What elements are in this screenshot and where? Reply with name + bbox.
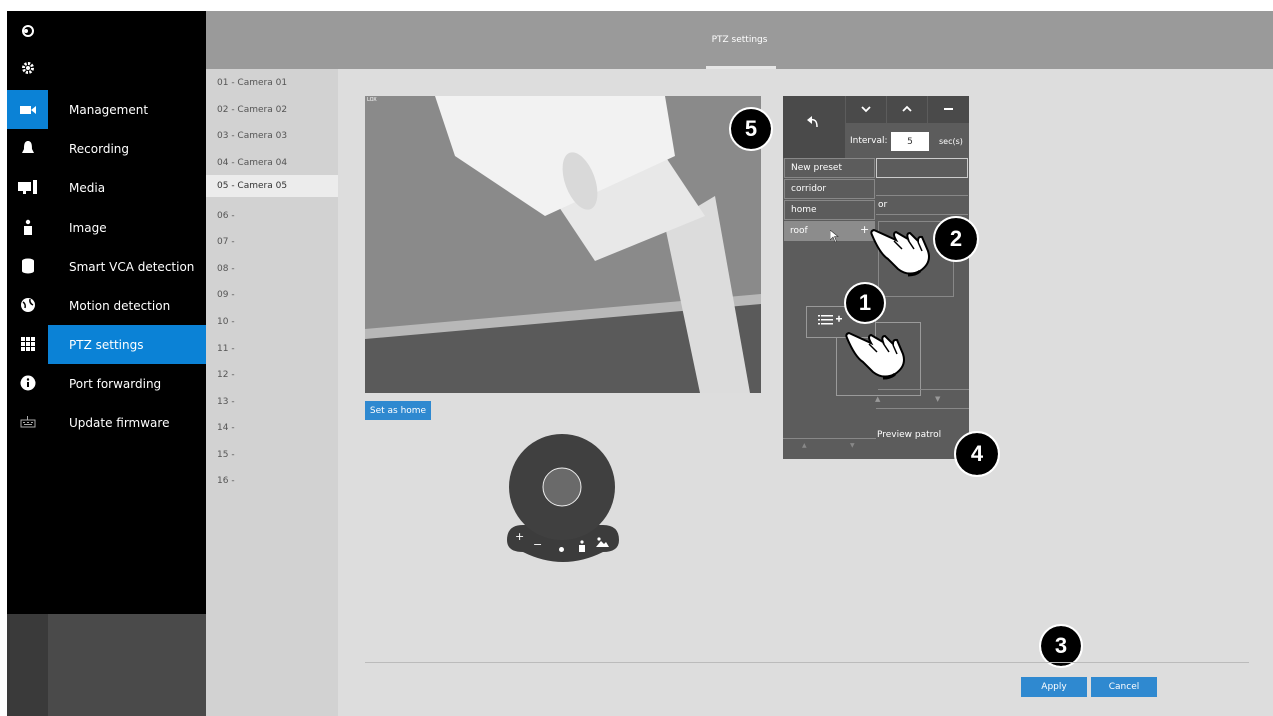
center-dot-icon[interactable] bbox=[559, 547, 564, 552]
divider bbox=[783, 438, 876, 439]
nav-item-management[interactable]: Management bbox=[48, 90, 206, 129]
camera-item[interactable]: 02 - Camera 02 bbox=[206, 100, 338, 119]
rail-footer bbox=[7, 614, 48, 716]
patrol-item-label: or bbox=[878, 200, 888, 210]
settings-nav: Management Recording Media Image Smart V… bbox=[48, 11, 206, 716]
scroll-down-icon[interactable]: ▼ bbox=[935, 395, 940, 403]
preset-item-new[interactable]: New preset bbox=[784, 158, 875, 178]
camera-item[interactable]: 15 - bbox=[206, 445, 338, 464]
computer-icon[interactable] bbox=[7, 168, 48, 206]
preset-item-selected[interactable]: roof + bbox=[784, 221, 875, 243]
interval-label: Interval: bbox=[850, 136, 888, 146]
minus-icon[interactable] bbox=[928, 96, 969, 123]
video-camera-icon[interactable] bbox=[7, 90, 48, 129]
page-header: PTZ settings bbox=[206, 11, 1273, 69]
divider bbox=[878, 389, 969, 390]
scroll-up-icon[interactable]: ▲ bbox=[875, 395, 880, 403]
chevron-up-icon[interactable] bbox=[887, 96, 927, 123]
gear-icon[interactable] bbox=[7, 49, 48, 87]
person-icon[interactable] bbox=[7, 208, 48, 246]
nav-item-recording[interactable]: Recording bbox=[48, 129, 206, 168]
callout-3: 3 bbox=[1039, 624, 1083, 668]
camera-item[interactable]: 03 - Camera 03 bbox=[206, 126, 338, 145]
callout-2: 2 bbox=[933, 216, 979, 262]
callout-4: 4 bbox=[954, 431, 1000, 477]
info-icon[interactable] bbox=[7, 364, 48, 402]
nav-item-motion-detection[interactable]: Motion detection bbox=[48, 286, 206, 325]
list-scroll-up-icon[interactable]: ▲ bbox=[802, 442, 807, 449]
nav-item-image[interactable]: Image bbox=[48, 208, 206, 247]
grid-icon[interactable] bbox=[7, 325, 48, 363]
camera-item[interactable]: 10 - bbox=[206, 312, 338, 331]
camera-item[interactable]: 08 - bbox=[206, 259, 338, 278]
callout-1: 1 bbox=[844, 282, 886, 324]
camera-item[interactable]: 07 - bbox=[206, 232, 338, 251]
database-icon[interactable] bbox=[7, 247, 48, 285]
camera-item[interactable]: 12 - bbox=[206, 365, 338, 384]
list-scroll-down-icon[interactable]: ▼ bbox=[850, 442, 855, 449]
nav-item-media[interactable]: Media bbox=[48, 168, 206, 207]
preset-item-label: roof bbox=[790, 226, 808, 236]
camera-item[interactable]: 09 - bbox=[206, 285, 338, 304]
divider bbox=[876, 214, 968, 215]
mouse-cursor-icon bbox=[830, 230, 839, 243]
preset-item[interactable]: home bbox=[784, 200, 875, 220]
camera-item[interactable]: 11 - bbox=[206, 339, 338, 358]
preview-patrol-button[interactable]: Preview patrol bbox=[877, 430, 941, 440]
camera-item[interactable]: 14 - bbox=[206, 418, 338, 437]
ptz-control-panel: Interval: 5 sec(s) or ▲ ▼ Preview patrol… bbox=[783, 96, 969, 459]
chevron-down-icon[interactable] bbox=[846, 96, 886, 123]
vivotek-logo-icon[interactable] bbox=[7, 11, 48, 49]
cancel-button[interactable]: Cancel bbox=[1091, 677, 1157, 697]
set-as-home-button[interactable]: Set as home bbox=[365, 401, 431, 420]
interval-unit: sec(s) bbox=[939, 137, 963, 146]
patrol-name-field[interactable] bbox=[876, 158, 968, 178]
zoom-out-button[interactable]: − bbox=[533, 538, 542, 551]
video-preview[interactable]: LOX bbox=[365, 96, 761, 393]
nav-item-ptz-settings[interactable]: PTZ settings bbox=[48, 325, 206, 364]
camera-item[interactable]: 16 - bbox=[206, 471, 338, 490]
bell-icon[interactable] bbox=[7, 129, 48, 167]
video-corner-label: LOX bbox=[367, 97, 377, 103]
zoom-in-button[interactable]: + bbox=[515, 530, 524, 543]
nav-footer bbox=[48, 614, 206, 716]
keyboard-icon[interactable] bbox=[7, 403, 48, 441]
callout-5: 5 bbox=[729, 107, 773, 151]
camera-item-selected[interactable]: 05 - Camera 05 bbox=[206, 175, 338, 197]
preset-item[interactable]: corridor bbox=[784, 179, 875, 199]
icon-rail bbox=[7, 11, 48, 716]
person-icon[interactable] bbox=[578, 537, 586, 556]
landscape-icon[interactable] bbox=[596, 532, 609, 551]
camera-item[interactable]: 06 - bbox=[206, 206, 338, 225]
interval-input[interactable]: 5 bbox=[891, 132, 929, 151]
globe-icon[interactable] bbox=[7, 286, 48, 324]
nav-item-update-firmware[interactable]: Update firmware bbox=[48, 403, 206, 442]
camera-item[interactable]: 01 - Camera 01 bbox=[206, 73, 338, 92]
camera-item[interactable]: 04 - Camera 04 bbox=[206, 153, 338, 172]
camera-item[interactable]: 13 - bbox=[206, 392, 338, 411]
patrol-row bbox=[876, 181, 968, 196]
page-title: PTZ settings bbox=[711, 35, 768, 45]
apply-button[interactable]: Apply bbox=[1021, 677, 1087, 697]
back-icon[interactable] bbox=[783, 96, 845, 158]
hand-pointer-icon bbox=[870, 228, 930, 277]
camera-list: 01 - Camera 01 02 - Camera 02 03 - Camer… bbox=[206, 69, 338, 716]
nav-item-smart-vca[interactable]: Smart VCA detection bbox=[48, 247, 206, 286]
ptz-joystick[interactable]: + − bbox=[507, 432, 619, 565]
video-frame-image bbox=[365, 96, 761, 393]
nav-item-port-forwarding[interactable]: Port forwarding bbox=[48, 364, 206, 403]
hand-pointer-icon bbox=[845, 331, 905, 380]
footer-divider bbox=[365, 662, 1249, 663]
divider bbox=[876, 408, 969, 409]
